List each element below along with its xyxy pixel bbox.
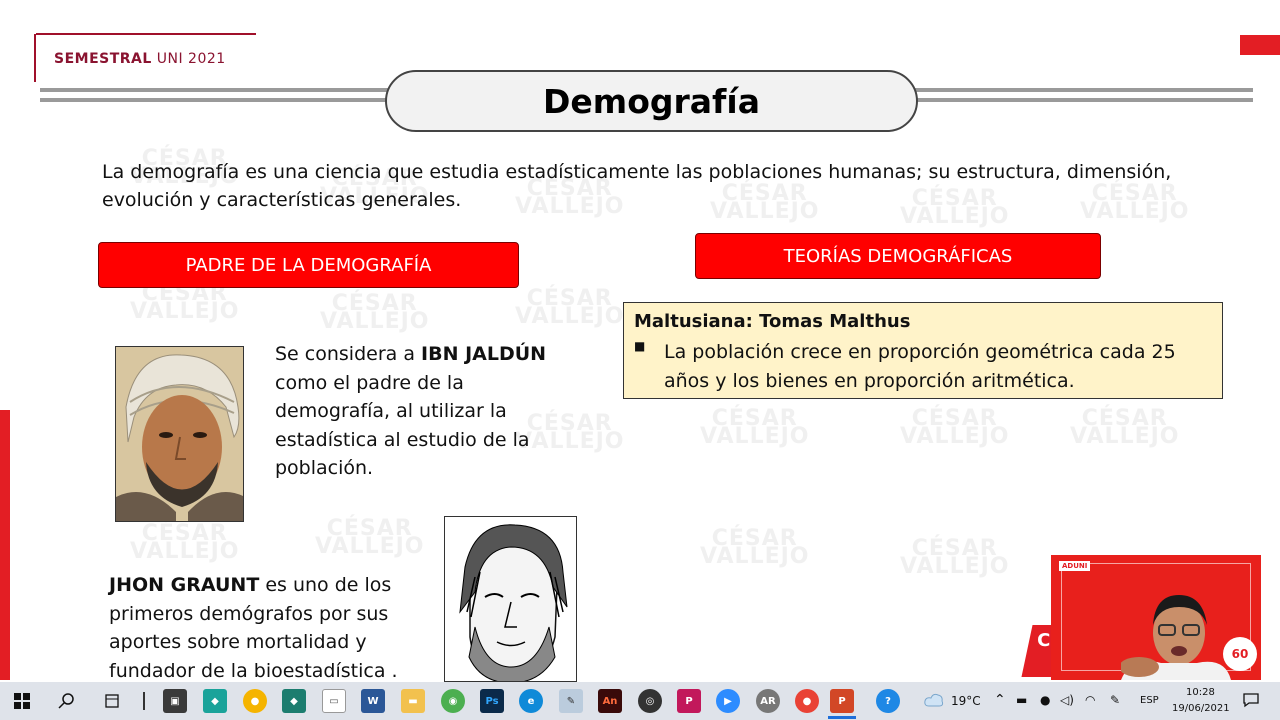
intro-paragraph: La demografía es una ciencia que estudia… bbox=[102, 161, 1172, 211]
wifi-icon[interactable]: ◠ bbox=[1085, 693, 1095, 707]
powerpoint-icon[interactable]: P bbox=[830, 689, 854, 713]
chevron-up-icon[interactable]: ⌃ bbox=[994, 692, 1006, 708]
file-explorer-icon[interactable]: ▬ bbox=[401, 689, 425, 713]
weather-temp[interactable]: 19°C bbox=[951, 694, 981, 708]
clock-time[interactable]: 10:28 bbox=[1186, 687, 1215, 698]
clock-date[interactable]: 19/06/2021 bbox=[1172, 703, 1230, 714]
webcam-overlay[interactable]: ADUNI 60 bbox=[1051, 555, 1261, 680]
recorder-icon[interactable]: AR bbox=[756, 689, 780, 713]
help-icon[interactable]: ? bbox=[876, 689, 900, 713]
chrome-icon[interactable]: ● bbox=[243, 689, 267, 713]
father-heading-button[interactable]: PADRE DE LA DEMOGRAFÍA bbox=[98, 242, 519, 288]
taskbar-separator-icon bbox=[143, 692, 145, 710]
brand-accent-line bbox=[36, 33, 256, 35]
malthus-theory-box: Maltusiana: Tomas Malthus ■ La población… bbox=[623, 302, 1223, 399]
active-app-indicator bbox=[828, 716, 856, 719]
word-icon[interactable]: W bbox=[361, 689, 385, 713]
ibn-jaldun-portrait bbox=[115, 346, 244, 522]
theories-heading-button[interactable]: TEORÍAS DEMOGRÁFICAS bbox=[695, 233, 1101, 279]
john-graunt-portrait bbox=[444, 516, 577, 682]
brand-label: SEMESTRAL UNI 2021 bbox=[54, 51, 226, 67]
maps-icon[interactable]: ◉ bbox=[441, 689, 465, 713]
media-player-icon[interactable]: ◎ bbox=[638, 689, 662, 713]
theory-title: Maltusiana: Tomas Malthus bbox=[634, 311, 911, 332]
slide-screen: CÉSAR VALLEJO CÉSAR VALLEJO CÉSAR VALLEJO C… bbox=[0, 0, 1280, 720]
side-accent-bar bbox=[0, 410, 10, 680]
weather-cloud-icon[interactable] bbox=[924, 693, 944, 707]
edge-icon[interactable]: e bbox=[519, 689, 543, 713]
theories-heading-label: TEORÍAS DEMOGRÁFICAS bbox=[783, 245, 1013, 267]
zoom-icon[interactable]: ▶ bbox=[716, 689, 740, 713]
father-heading-label: PADRE DE LA DEMOGRAFÍA bbox=[185, 254, 432, 276]
brand-bold: SEMESTRAL bbox=[54, 51, 152, 67]
brand-accent-line-vertical bbox=[34, 34, 36, 82]
battery-icon[interactable]: ▬ bbox=[1016, 693, 1027, 707]
store-icon[interactable]: ▣ bbox=[163, 689, 187, 713]
animate-icon[interactable]: An bbox=[598, 689, 622, 713]
ibn-jaldun-text: Se considera a IBN JALDÚN como el padre … bbox=[275, 340, 575, 483]
volume-icon[interactable]: ◁) bbox=[1060, 693, 1074, 707]
windows-start-icon[interactable] bbox=[14, 693, 30, 709]
app-green-icon[interactable]: ◆ bbox=[203, 689, 227, 713]
ibn-name: IBN JALDÚN bbox=[421, 343, 547, 365]
graunt-name: JHON GRAUNT bbox=[109, 574, 260, 596]
notifications-icon[interactable] bbox=[1243, 692, 1259, 708]
aduni-logo: ADUNI bbox=[1059, 561, 1091, 571]
anniversary-badge: 60 bbox=[1223, 637, 1257, 671]
ibn-pre: Se considera a bbox=[275, 343, 422, 365]
presenter-video bbox=[1121, 595, 1231, 680]
microphone-icon[interactable]: ● bbox=[1040, 693, 1050, 707]
photoshop-icon[interactable]: Ps bbox=[480, 689, 504, 713]
app-dark-icon[interactable]: ◆ bbox=[282, 689, 306, 713]
task-view-icon[interactable] bbox=[104, 693, 120, 709]
corner-accent bbox=[1240, 35, 1280, 55]
ibn-post: como el padre de la demografía, al utili… bbox=[275, 371, 530, 480]
search-icon[interactable] bbox=[58, 692, 76, 710]
language-indicator[interactable]: ESP bbox=[1140, 695, 1159, 706]
chrome-profile-icon[interactable]: ● bbox=[795, 689, 819, 713]
app-misc-icon[interactable]: ✎ bbox=[559, 689, 583, 713]
brand-rest: UNI 2021 bbox=[151, 51, 226, 67]
title-pill: Demografía bbox=[385, 70, 918, 132]
pen-icon[interactable]: ✎ bbox=[1110, 693, 1120, 707]
notepad-icon[interactable]: ▭ bbox=[322, 689, 346, 713]
bullet-icon: ■ bbox=[634, 339, 646, 353]
page-title: Demografía bbox=[543, 81, 760, 121]
app-purple-icon[interactable]: P bbox=[677, 689, 701, 713]
theory-text: La población crece en proporción geométr… bbox=[664, 341, 1176, 392]
john-graunt-text: JHON GRAUNT es uno de los primeros demóg… bbox=[109, 571, 429, 685]
